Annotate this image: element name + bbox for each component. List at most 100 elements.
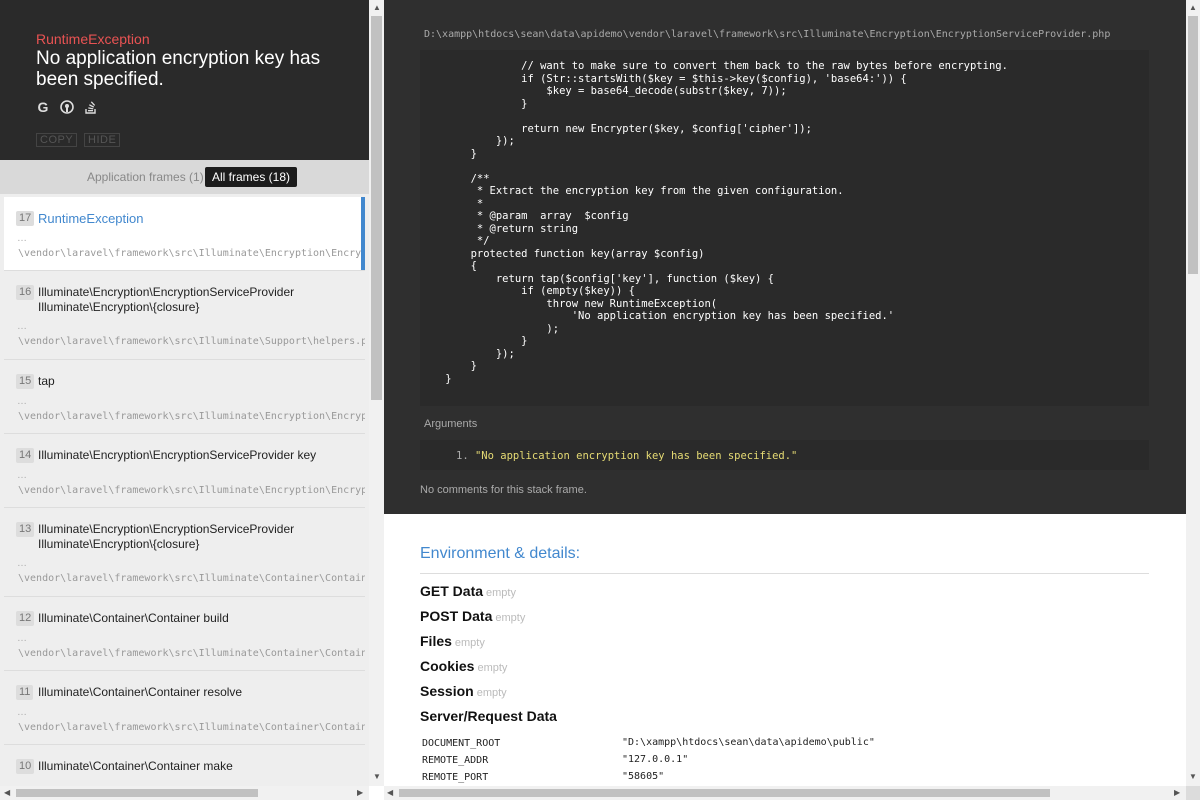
code-lines: // want to make sure to convert them bac…	[420, 60, 1149, 385]
frame-item[interactable]: 13 Illuminate\Encryption\EncryptionServi…	[4, 508, 365, 597]
frame-name: Illuminate\Container\Container make	[38, 759, 233, 773]
scroll-left-arrow-icon[interactable]: ◀	[4, 789, 10, 797]
frame-number: 17	[16, 211, 35, 226]
frame-number: 13	[16, 522, 35, 537]
frame-item[interactable]: 15 tap … \vendor\laravel\framework\src\I…	[4, 360, 365, 434]
argument-index: 1.	[456, 450, 469, 462]
frame-name: Illuminate\Encryption\EncryptionServiceP…	[38, 285, 295, 314]
server-key: REMOTE_ADDR	[422, 755, 489, 766]
code-line: 'No application encryption key has been …	[420, 310, 895, 322]
code-line: }	[420, 97, 528, 110]
frame-name: tap	[38, 374, 55, 388]
code-line: );	[420, 322, 560, 335]
scroll-down-arrow-icon[interactable]: ▼	[373, 773, 381, 781]
scroll-right-arrow-icon[interactable]: ▶	[1174, 789, 1180, 797]
code-line: }	[420, 335, 528, 347]
divider	[420, 573, 1149, 574]
frame-item[interactable]: 16 Illuminate\Encryption\EncryptionServi…	[4, 271, 365, 360]
code-line: });	[420, 347, 515, 360]
section-post-data: POST Data empty	[420, 608, 526, 624]
tab-application-frames[interactable]: Application frames (1)	[87, 170, 204, 184]
exception-class: RuntimeException	[36, 31, 150, 47]
stackoverflow-icon[interactable]	[84, 100, 98, 114]
frame-number: 15	[16, 374, 35, 389]
code-line: {	[420, 260, 477, 272]
code-line: }	[420, 360, 477, 372]
scrollbar-corner	[1186, 786, 1200, 800]
scroll-thumb[interactable]	[16, 789, 258, 797]
frame-item[interactable]: 11 Illuminate\Container\Container resolv…	[4, 671, 365, 745]
code-line: if (Str::startsWith($key = $this->key($c…	[420, 72, 907, 85]
scroll-thumb[interactable]	[1188, 16, 1198, 274]
frame-name: Illuminate\Container\Container resolve	[38, 685, 243, 699]
scroll-right-arrow-icon[interactable]: ▶	[357, 789, 363, 797]
frame-ellipsis: …	[17, 396, 27, 407]
code-line: */	[420, 235, 490, 247]
file-path[interactable]: D:\xampp\htdocs\sean\data\apidemo\vendor…	[424, 29, 1110, 40]
page-horizontal-scrollbar[interactable]: ◀ ▶	[384, 786, 1186, 800]
frame-item[interactable]: 12 Illuminate\Container\Container build …	[4, 597, 365, 671]
code-line: // want to make sure to convert them bac…	[420, 60, 1008, 72]
frames-horizontal-scrollbar[interactable]: ◀ ▶	[0, 786, 369, 800]
section-server-request-data: Server/Request Data	[420, 708, 557, 724]
code-line: protected function key(array $config)	[420, 247, 705, 260]
google-icon[interactable]: G	[36, 100, 50, 114]
frame-number: 11	[16, 685, 34, 700]
scroll-thumb[interactable]	[371, 16, 382, 400]
frame-name: Illuminate\Encryption\EncryptionServiceP…	[38, 522, 295, 551]
code-line: if (empty($key)) {	[420, 285, 635, 297]
frame-path: \vendor\laravel\framework\src\Illuminate…	[18, 648, 365, 659]
scroll-down-arrow-icon[interactable]: ▼	[1189, 773, 1197, 781]
frame-path: \vendor\laravel\framework\src\Illuminate…	[18, 573, 365, 584]
argument-value: "No application encryption key has been …	[474, 450, 798, 462]
environment-title: Environment & details:	[420, 545, 581, 562]
frame-path: \vendor\laravel\framework\src\Illuminate…	[18, 336, 365, 347]
scroll-up-arrow-icon[interactable]: ▲	[373, 4, 381, 12]
left-panel: RuntimeException No application encrypti…	[0, 0, 369, 800]
scroll-left-arrow-icon[interactable]: ◀	[387, 789, 393, 797]
frames-list: 17 RuntimeException … \vendor\laravel\fr…	[4, 197, 365, 787]
hide-button[interactable]: HIDE	[84, 133, 121, 147]
code-line: throw new RuntimeException(	[420, 297, 718, 310]
frames-vertical-scrollbar[interactable]: ▲ ▼	[369, 0, 384, 786]
frame-path: \vendor\laravel\framework\src\Illuminate…	[18, 248, 365, 259]
code-line: * Extract the encryption key from the gi…	[420, 185, 844, 197]
frame-number: 16	[16, 285, 35, 300]
frame-path: \vendor\laravel\framework\src\Illuminate…	[18, 485, 365, 496]
code-section: D:\xampp\htdocs\sean\data\apidemo\vendor…	[384, 0, 1186, 514]
server-value: "58605"	[622, 771, 665, 782]
frame-item[interactable]: 14 Illuminate\Encryption\EncryptionServi…	[4, 434, 365, 508]
code-line: $key = base64_decode(substr($key, 7));	[420, 85, 787, 97]
section-files: Files empty	[420, 633, 485, 649]
frame-ellipsis: …	[17, 233, 27, 244]
code-line: * @return string	[420, 222, 579, 235]
exception-message: No application encryption key has been s…	[36, 48, 321, 90]
code-block: // want to make sure to convert them bac…	[420, 50, 1149, 406]
frame-path: \vendor\laravel\framework\src\Illuminate…	[18, 722, 365, 733]
duckduckgo-icon[interactable]	[60, 100, 74, 114]
copy-button[interactable]: COPY	[36, 133, 78, 147]
section-session: Session empty	[420, 683, 507, 699]
code-line: /**	[420, 172, 490, 185]
scroll-up-arrow-icon[interactable]: ▲	[1189, 4, 1197, 12]
scroll-thumb[interactable]	[399, 789, 1050, 797]
server-key: DOCUMENT_ROOT	[422, 738, 501, 749]
server-key: REMOTE_PORT	[422, 772, 489, 783]
frame-ellipsis: …	[17, 633, 27, 644]
frame-item[interactable]: 10 Illuminate\Container\Container make	[4, 745, 365, 787]
server-value: "D:\xampp\htdocs\sean\data\apidemo\publi…	[622, 737, 875, 748]
frame-ellipsis: …	[17, 558, 27, 569]
code-line: * @param array $config	[420, 210, 629, 222]
page-vertical-scrollbar[interactable]: ▲ ▼	[1186, 0, 1200, 786]
exception-header: RuntimeException No application encrypti…	[0, 0, 369, 160]
no-comments-text: No comments for this stack frame.	[420, 484, 587, 496]
code-line: return tap($config['key'], function ($ke…	[420, 272, 775, 285]
frame-number: 14	[16, 448, 35, 463]
frame-name: Illuminate\Container\Container build	[38, 611, 229, 625]
tab-all-frames[interactable]: All frames (18)	[205, 167, 298, 187]
code-line: });	[420, 135, 515, 147]
frame-number: 10	[16, 759, 35, 774]
frame-item[interactable]: 17 RuntimeException … \vendor\laravel\fr…	[4, 197, 365, 271]
frame-ellipsis: …	[17, 470, 27, 481]
